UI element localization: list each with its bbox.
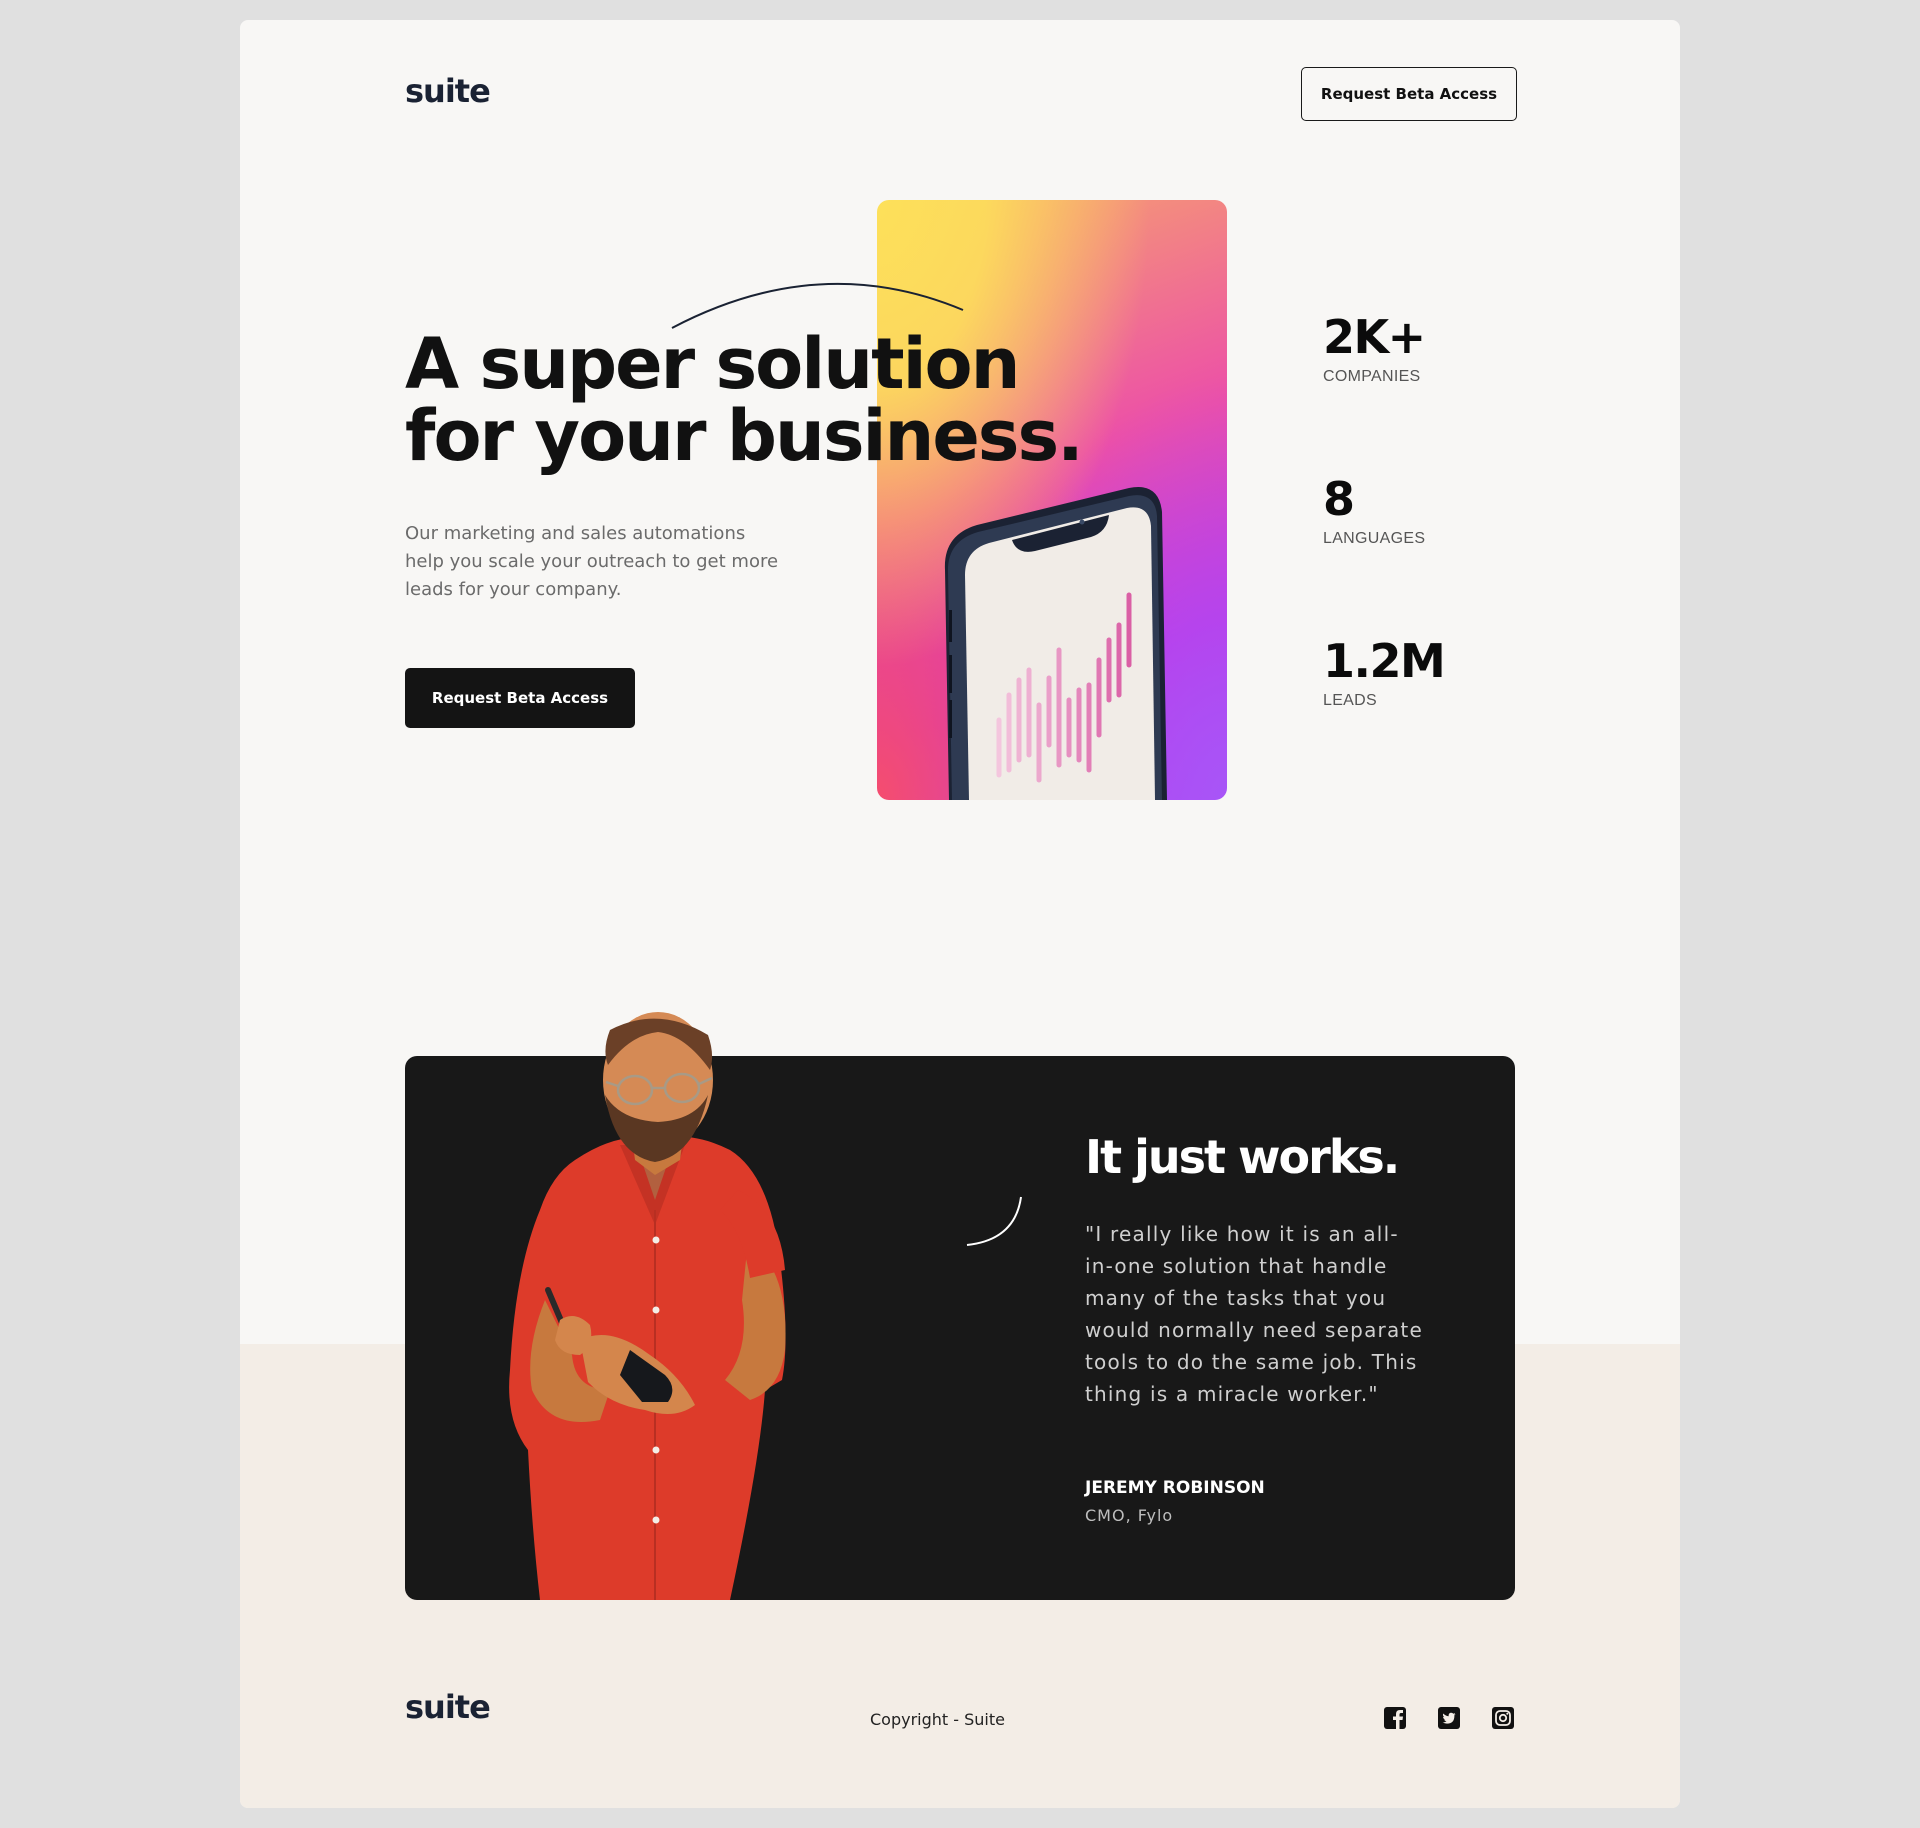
stat-languages: 8 LANGUAGES: [1323, 474, 1444, 548]
testimonial-title: It just works.: [1085, 1130, 1400, 1184]
testimonial-person-photo: [509, 1012, 786, 1600]
decorative-arc-small: [966, 1196, 1022, 1246]
stat-value: 1.2M: [1323, 634, 1446, 688]
stat-value: 8: [1323, 472, 1355, 526]
stat-value: 2K+: [1323, 310, 1426, 364]
social-links: [1383, 1706, 1515, 1730]
testimonial-author-role: CMO, Fylo: [1085, 1506, 1174, 1525]
stats-list: 2K+ COMPANIES 8 LANGUAGES 1.2M LEADS: [1323, 312, 1446, 798]
decorative-arc: [671, 282, 964, 329]
hero-title: A super solution for your business.: [405, 323, 1084, 477]
header-logo[interactable]: suite: [405, 72, 491, 110]
twitter-icon[interactable]: [1437, 1706, 1461, 1730]
stat-companies: 2K+ COMPANIES: [1323, 312, 1444, 386]
testimonial-author-name: JEREMY ROBINSON: [1085, 1478, 1265, 1498]
hero-description: Our marketing and sales automations help…: [405, 523, 779, 600]
testimonial-quote: "I really like how it is an all-in-one s…: [1085, 1222, 1423, 1406]
hero-request-beta-button[interactable]: Request Beta Access: [405, 668, 635, 728]
header-request-beta-button[interactable]: Request Beta Access: [1301, 67, 1517, 121]
footer-logo[interactable]: suite: [405, 1688, 491, 1726]
stat-label: LANGUAGES: [1323, 530, 1426, 547]
instagram-icon[interactable]: [1491, 1706, 1515, 1730]
stat-label: COMPANIES: [1323, 368, 1421, 385]
stat-leads: 1.2M LEADS: [1323, 634, 1446, 710]
stat-label: LEADS: [1323, 692, 1377, 709]
page-card: suite Request Beta Access A super soluti…: [240, 20, 1680, 1808]
facebook-icon[interactable]: [1383, 1706, 1407, 1730]
footer-copyright: Copyright - Suite: [870, 1710, 1005, 1729]
